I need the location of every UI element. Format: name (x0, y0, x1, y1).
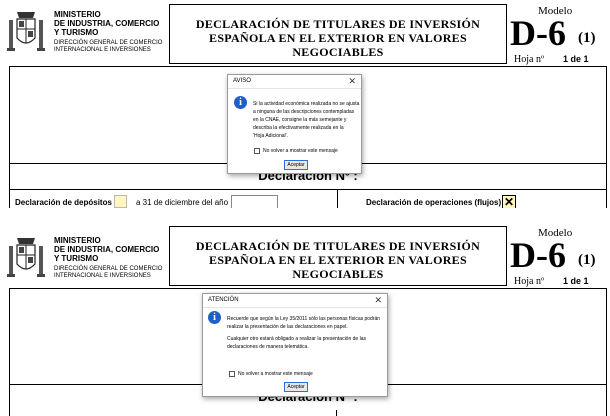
hoja-value: 1 de 1 (563, 276, 589, 286)
ministry-line-1: MINISTERIO (54, 236, 101, 245)
dialog-title: ATENCIÓN (208, 297, 239, 303)
atencion-dialog: ATENCIÓN ✕ i Recuerde que según la Ley 3… (202, 293, 388, 397)
form-title-line-1: DECLARACIÓN DE TITULARES DE INVERSIÓN (195, 17, 481, 31)
dont-show-again[interactable]: No volver a mostrar este mensaje (254, 148, 338, 154)
form-title-box: DECLARACIÓN DE TITULARES DE INVERSIÓN ES… (169, 4, 507, 64)
depositos-checkbox[interactable] (114, 195, 127, 208)
dialog-message-line: declaraciones de manera telemática. (227, 344, 309, 350)
fecha-label: a 31 de diciembre del año (136, 198, 229, 207)
ministry-line-2: DE INDUSTRIA, COMERCIO (54, 19, 160, 28)
form-title-box: DECLARACIÓN DE TITULARES DE INVERSIÓN ES… (169, 226, 507, 286)
row-divider (337, 190, 338, 208)
close-icon[interactable]: ✕ (348, 76, 356, 87)
form-title-line-2: ESPAÑOLA EN EL EXTERIOR EN VALORES (209, 253, 467, 267)
dialog-message-line: Si la actividad económica realizada no s… (253, 101, 360, 107)
dont-show-checkbox[interactable] (229, 371, 235, 377)
operaciones-label: Declaración de operaciones (flujos) (366, 198, 502, 207)
form-title-line-2: ESPAÑOLA EN EL EXTERIOR EN VALORES (209, 31, 467, 45)
operaciones-checkbox[interactable]: ✕ (502, 195, 516, 208)
form-title-line-3: NEGOCIABLES (292, 45, 384, 59)
ministry-line-2: DE INDUSTRIA, COMERCIO (54, 245, 160, 254)
dialog-titlebar: ATENCIÓN ✕ (203, 294, 387, 308)
declaration-type-row: Declaración de depósitos a 31 de diciemb… (9, 189, 607, 208)
hoja-value: 1 de 1 (563, 54, 589, 64)
model-code: D-6 (510, 235, 566, 275)
dialog-titlebar: AVISO ✕ (228, 75, 361, 89)
depositos-label: Declaración de depósitos (15, 198, 112, 207)
dialog-message: Recuerde que según la Ley 35/2011 sólo l… (227, 315, 385, 355)
model-number: (1) (578, 252, 596, 268)
directorate-line-1: DIRECCIÓN GENERAL DE COMERCIO (54, 40, 163, 46)
hoja-label: Hoja nº (514, 54, 545, 65)
coat-of-arms-logo (7, 238, 45, 277)
ministry-heading: MINISTERIO DE INDUSTRIA, COMERCIO Y TURI… (54, 236, 172, 280)
model-code: D-6 (510, 13, 566, 53)
dont-show-checkbox[interactable] (254, 148, 260, 154)
coat-of-arms-logo (7, 12, 45, 51)
directorate-line-2: INTERNACIONAL E INVERSIONES (54, 47, 151, 53)
dont-show-again[interactable]: No volver a mostrar este mensaje (229, 371, 313, 377)
dialog-message-line: en la CNAE, consigne la más semejante y (253, 117, 347, 123)
accept-button[interactable]: Aceptar (284, 382, 308, 392)
ministry-line-3: Y TURISMO (54, 28, 99, 37)
ministry-heading: MINISTERIO DE INDUSTRIA, COMERCIO Y TURI… (54, 10, 172, 54)
dialog-message: Si la actividad económica realizada no s… (253, 100, 361, 140)
directorate-line-2: INTERNACIONAL E INVERSIONES (54, 273, 151, 279)
dont-show-label: No volver a mostrar este mensaje (263, 148, 338, 154)
close-icon[interactable]: ✕ (374, 295, 382, 306)
dialog-message-line: describa la efectivamente realizada en l… (253, 125, 344, 131)
hoja-label: Hoja nº (514, 276, 545, 287)
dialog-message-line: realizar la presentación de las declarac… (227, 324, 348, 330)
row-divider (336, 410, 337, 416)
info-icon: i (234, 96, 247, 109)
dialog-message-line: a ninguna de las descripciones contempla… (253, 109, 355, 115)
form-title-line-3: NEGOCIABLES (292, 267, 384, 281)
ministry-line-3: Y TURISMO (54, 254, 99, 263)
year-input[interactable] (231, 195, 278, 208)
ministry-line-1: MINISTERIO (54, 10, 101, 19)
dialog-message-line: Recuerde que según la Ley 35/2011 sólo l… (227, 316, 381, 322)
directorate-line-1: DIRECCIÓN GENERAL DE COMERCIO (54, 266, 163, 272)
info-icon: i (208, 311, 221, 324)
form-title-line-1: DECLARACIÓN DE TITULARES DE INVERSIÓN (195, 239, 481, 253)
dont-show-label: No volver a mostrar este mensaje (238, 371, 313, 377)
dialog-message-line: Cualquier otro estará obligado a realiza… (227, 336, 366, 342)
aviso-dialog: AVISO ✕ i Si la actividad económica real… (227, 74, 362, 174)
model-number: (1) (578, 30, 596, 46)
accept-button[interactable]: Aceptar (284, 160, 308, 170)
dialog-message-line: 'Hoja Adicional'. (253, 133, 288, 139)
dialog-title: AVISO (233, 78, 251, 84)
